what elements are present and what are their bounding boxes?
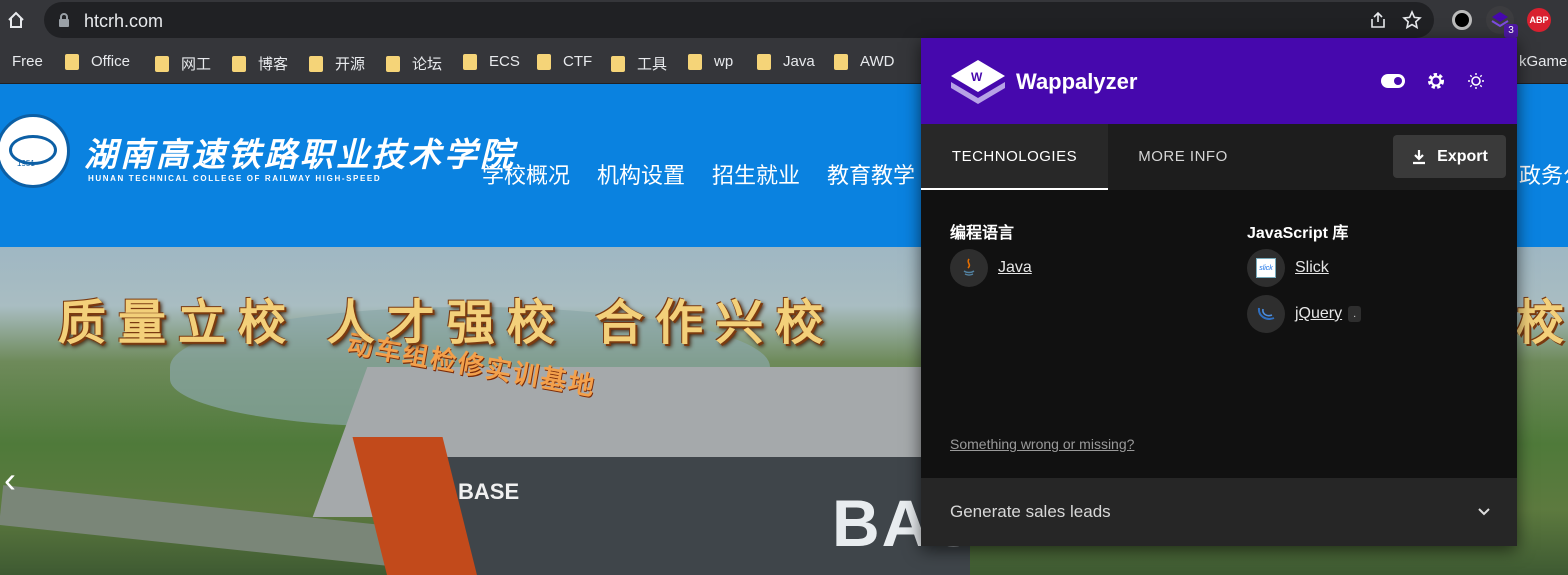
lock-icon	[59, 13, 69, 27]
sales-leads-label: Generate sales leads	[950, 502, 1111, 521]
gear-icon[interactable]	[1426, 71, 1446, 91]
enable-toggle[interactable]	[1381, 74, 1405, 88]
folder-icon	[463, 53, 477, 70]
school-name-cn: 湖南高速铁路职业技术学院	[84, 135, 516, 174]
adblock-extension[interactable]: ABP	[1525, 6, 1553, 34]
category-title: JavaScript 库	[1247, 225, 1349, 242]
folder-icon	[757, 53, 771, 70]
bookmark-label: CTF	[563, 53, 593, 70]
extension-circle[interactable]	[1448, 6, 1476, 34]
bookmark-label: 网工	[181, 56, 212, 73]
bookmark-label: AWD	[860, 53, 895, 70]
wappalyzer-extension[interactable]: 3	[1486, 6, 1518, 38]
technologies-panel: 编程语言 Java JavaScript 库 slick Slick jQuer…	[921, 190, 1517, 478]
report-issue-link[interactable]: Something wrong or missing?	[950, 436, 1134, 452]
extension-badge: 3	[1504, 24, 1518, 38]
tab-more-info[interactable]: MORE INFO	[1108, 124, 1258, 190]
bookmark-label: ECS	[489, 53, 520, 70]
bookmark-forum[interactable]: 论坛	[386, 53, 442, 74]
folder-icon	[232, 55, 246, 72]
tech-item-java[interactable]: Java	[950, 249, 1032, 287]
download-icon	[1413, 149, 1426, 164]
bookmark-label: wp	[714, 53, 734, 70]
tech-name[interactable]: Slick	[1295, 259, 1329, 277]
bookmark-tools[interactable]: 工具	[611, 53, 667, 74]
bookmark-label: 工具	[637, 56, 668, 73]
wappalyzer-popup: W Wappalyzer TECHNOLOGIES MORE INFO Expo…	[921, 38, 1517, 546]
wappalyzer-tabs: TECHNOLOGIES MORE INFO Export	[921, 124, 1517, 190]
chevron-down-icon[interactable]	[1477, 504, 1491, 518]
bookmark-free[interactable]: Free	[12, 53, 43, 70]
bookmark-network[interactable]: 网工	[155, 53, 211, 74]
wappalyzer-header: W Wappalyzer	[921, 38, 1517, 124]
slider-prev-button[interactable]: ‹	[4, 459, 16, 501]
nav-item-teaching[interactable]: 教育教学	[827, 158, 915, 190]
theme-sun-icon[interactable]	[1467, 72, 1485, 90]
jquery-icon	[1247, 295, 1285, 333]
wappalyzer-logo-icon: W	[951, 60, 1005, 104]
folder-icon	[65, 53, 79, 70]
banner-slogan-partial: 校	[1516, 295, 1565, 351]
folder-icon	[688, 53, 702, 70]
folder-icon	[155, 55, 169, 72]
address-bar[interactable]: htcrh.com	[44, 2, 1434, 38]
home-button[interactable]	[4, 8, 28, 32]
browser-window: { "browser": { "url": "htcrh.com", "exte…	[0, 0, 1568, 575]
logo-year: 1951	[17, 159, 35, 168]
sales-leads-section[interactable]: Generate sales leads	[921, 478, 1517, 546]
nav-item-organization[interactable]: 机构设置	[597, 158, 685, 190]
tech-name[interactable]: Java	[998, 259, 1032, 277]
share-icon[interactable]	[1368, 10, 1388, 30]
bookmark-label: 博客	[258, 56, 289, 73]
wappalyzer-title: Wappalyzer	[1016, 69, 1138, 94]
nav-item-overview[interactable]: 学校概况	[482, 158, 570, 190]
bookmark-awd[interactable]: AWD	[834, 53, 894, 70]
bookmark-label: Free	[12, 53, 43, 70]
bookmark-label: 开源	[335, 56, 366, 73]
abp-label: ABP	[1529, 15, 1549, 25]
school-logo[interactable]: 1951	[0, 114, 70, 188]
folder-icon	[309, 55, 323, 72]
slick-icon: slick	[1247, 249, 1285, 287]
bookmark-java[interactable]: Java	[757, 53, 815, 70]
folder-icon	[834, 53, 848, 70]
bookmark-label: Java	[783, 53, 815, 70]
bookmark-overflow[interactable]: kGame	[1519, 53, 1567, 70]
home-icon	[8, 11, 24, 28]
tech-name[interactable]: jQuery	[1295, 305, 1342, 323]
version-badge: .	[1348, 306, 1362, 322]
tab-technologies[interactable]: TECHNOLOGIES	[921, 124, 1108, 190]
svg-text:W: W	[971, 70, 983, 84]
base-sign-small: BASE	[458, 479, 520, 504]
circle-extension-icon	[1452, 10, 1472, 30]
tech-item-jquery[interactable]: jQuery .	[1247, 295, 1362, 333]
export-label: Export	[1437, 147, 1488, 165]
abp-icon: ABP	[1527, 8, 1551, 32]
bookmark-star-icon[interactable]	[1402, 10, 1422, 30]
school-name-en: HUNAN TECHNICAL COLLEGE OF RAILWAY HIGH-…	[88, 174, 382, 183]
bookmark-blog[interactable]: 博客	[232, 53, 288, 74]
folder-icon	[537, 53, 551, 70]
tech-item-slick[interactable]: slick Slick	[1247, 249, 1329, 287]
bookmark-office[interactable]: Office	[65, 53, 130, 70]
browser-toolbar: htcrh.com 3 ABP	[0, 0, 1568, 40]
bookmark-opensource[interactable]: 开源	[309, 53, 365, 74]
nav-item-government[interactable]: 政务公	[1519, 158, 1568, 190]
bookmark-ctf[interactable]: CTF	[537, 53, 592, 70]
url-text: htcrh.com	[84, 11, 164, 31]
folder-icon	[386, 55, 400, 72]
nav-item-admissions[interactable]: 招生就业	[712, 158, 800, 190]
bookmark-ecs[interactable]: ECS	[463, 53, 520, 70]
export-button[interactable]: Export	[1393, 135, 1506, 178]
category-title: 编程语言	[950, 225, 1015, 242]
banner-slogan: 质量立校 人才强校 合作兴校	[58, 295, 836, 351]
bookmark-wp[interactable]: wp	[688, 53, 733, 70]
bookmark-label: Office	[91, 53, 130, 70]
bookmark-label: 论坛	[412, 56, 443, 73]
java-icon	[950, 249, 988, 287]
folder-icon	[611, 55, 625, 72]
